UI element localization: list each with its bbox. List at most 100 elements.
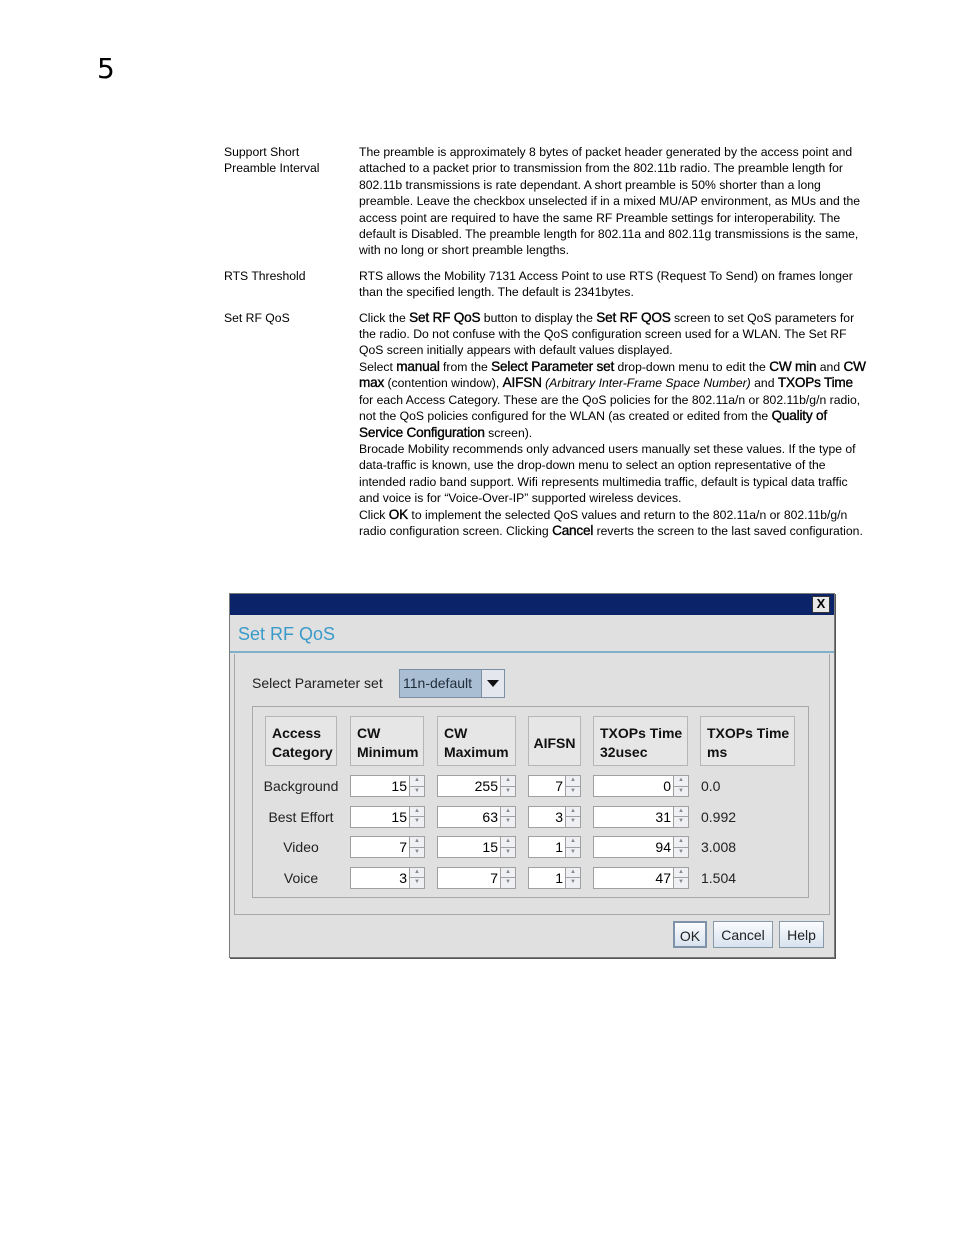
txop-32usec-spinner[interactable]: 31 ▲ ▼ [593,805,689,828]
aifsn-spinner[interactable]: 1 ▲ ▼ [528,836,581,858]
spinner-input[interactable]: 7 [350,836,409,858]
txop-ms-value: 3.008 [701,839,737,855]
dialog-titlebar[interactable]: X [230,594,834,615]
term-line: Preamble Interval [224,161,320,176]
text-run: reverts the screen to the last saved con… [593,523,863,538]
spinner-buttons: ▲ ▼ [409,836,425,858]
spin-up-icon[interactable]: ▲ [566,867,580,878]
spin-down-icon[interactable]: ▼ [410,878,424,888]
spin-down-icon[interactable]: ▼ [566,786,580,796]
help-button[interactable]: Help [779,921,824,948]
definition-table: Support Short Preamble Interval The preamb… [224,144,866,548]
cw-max-spinner[interactable]: 15 ▲ ▼ [437,836,516,858]
aifsn-spinner[interactable]: 1 ▲ ▼ [528,866,581,889]
header-txops-ms: TXOPs Time ms [700,716,795,766]
qos-grid: Access Category CW Minimum CW Maximum AIFSN TXO… [252,706,809,898]
ok-button[interactable]: OK [673,921,707,948]
spin-up-icon[interactable]: ▲ [566,806,580,817]
spin-up-icon[interactable]: ▲ [410,806,424,817]
spin-down-icon[interactable]: ▼ [566,878,580,888]
spinner-input[interactable]: 15 [350,805,409,828]
spinner-input[interactable]: 15 [350,775,409,797]
spin-down-icon[interactable]: ▼ [674,878,688,888]
spin-down-icon[interactable]: ▼ [674,786,688,796]
definition-description: RTS allows the Mobility 7131 Access Poin… [359,268,866,301]
spinner-input[interactable]: 3 [528,805,565,828]
spinner-input[interactable]: 1 [528,836,565,858]
spinner-buttons: ▲ ▼ [565,836,581,858]
param-set-dropdown[interactable]: 11n-default [399,669,505,698]
spin-up-icon[interactable]: ▲ [501,806,515,817]
spin-down-icon[interactable]: ▼ [566,817,580,827]
spin-down-icon[interactable]: ▼ [410,786,424,796]
close-button[interactable]: X [812,596,830,613]
cw-max-spinner[interactable]: 255 ▲ ▼ [437,775,516,797]
cw-min-spinner[interactable]: 15 ▲ ▼ [350,805,425,828]
spin-up-icon[interactable]: ▲ [674,806,688,817]
spinner-input[interactable]: 0 [593,775,673,797]
spinner-buttons: ▲ ▼ [500,866,516,889]
spin-down-icon[interactable]: ▼ [501,817,515,827]
text-run: Brocade Mobility recommends only advance… [359,441,856,506]
txop-ms-value: 0.0 [701,778,721,794]
description-paragraph: The preamble is approximately 8 bytes of… [359,144,866,259]
cancel-button[interactable]: Cancel [713,921,773,948]
dialog-title: Set RF QoS [238,624,336,644]
spin-up-icon[interactable]: ▲ [566,776,580,787]
dialog-heading: Set RF QoS [230,615,834,653]
spin-down-icon[interactable]: ▼ [410,817,424,827]
cw-max-spinner[interactable]: 63 ▲ ▼ [437,805,516,828]
txop-32usec-spinner[interactable]: 94 ▲ ▼ [593,836,689,858]
ui-term: AIFSN [502,375,542,391]
spin-up-icon[interactable]: ▲ [501,776,515,787]
spin-down-icon[interactable]: ▼ [501,847,515,857]
definition-term: Set RF QoS [224,310,359,540]
spin-down-icon[interactable]: ▼ [410,847,424,857]
spinner-input[interactable]: 47 [593,866,673,889]
spin-down-icon[interactable]: ▼ [501,878,515,888]
spin-up-icon[interactable]: ▲ [674,776,688,787]
txop-32usec-spinner[interactable]: 0 ▲ ▼ [593,775,689,797]
spin-down-icon[interactable]: ▼ [674,847,688,857]
cw-min-spinner[interactable]: 15 ▲ ▼ [350,775,425,797]
spin-up-icon[interactable]: ▲ [566,837,580,848]
chevron-down-icon[interactable] [481,670,504,697]
spinner-buttons: ▲ ▼ [673,805,689,828]
ui-term: Cancel [552,522,594,538]
spinner-input[interactable]: 63 [437,805,500,828]
definition-description: The preamble is approximately 8 bytes of… [359,144,866,259]
spin-down-icon[interactable]: ▼ [566,847,580,857]
spinner-input[interactable]: 31 [593,805,673,828]
spin-up-icon[interactable]: ▲ [410,776,424,787]
cw-min-spinner[interactable]: 7 ▲ ▼ [350,836,425,858]
aifsn-spinner[interactable]: 7 ▲ ▼ [528,775,581,797]
cw-max-spinner[interactable]: 7 ▲ ▼ [437,866,516,889]
spin-down-icon[interactable]: ▼ [674,817,688,827]
spin-up-icon[interactable]: ▲ [410,837,424,848]
spin-up-icon[interactable]: ▲ [674,837,688,848]
spinner-input[interactable]: 3 [350,866,409,889]
spin-up-icon[interactable]: ▲ [674,867,688,878]
aifsn-spinner[interactable]: 3 ▲ ▼ [528,805,581,828]
text-run: Click the [359,310,410,325]
cw-min-spinner[interactable]: 3 ▲ ▼ [350,866,425,889]
spin-up-icon[interactable]: ▲ [501,867,515,878]
spinner-input[interactable]: 1 [528,866,565,889]
param-set-value[interactable]: 11n-default [400,670,481,697]
txop-32usec-spinner[interactable]: 47 ▲ ▼ [593,866,689,889]
spinner-input[interactable]: 94 [593,836,673,858]
spinner-input[interactable]: 7 [437,866,500,889]
ui-term: CW min [769,358,817,374]
text-run: drop-down menu to edit the [614,359,770,374]
definition-row: RTS Threshold RTS allows the Mobility 713… [224,268,866,301]
description-paragraph: Click OK to implement the selected QoS v… [359,506,866,540]
row-category-label: Background [263,778,339,794]
spinner-input[interactable]: 255 [437,775,500,797]
spin-down-icon[interactable]: ▼ [501,786,515,796]
spin-up-icon[interactable]: ▲ [410,867,424,878]
header-line: Category [272,744,333,760]
spin-up-icon[interactable]: ▲ [501,837,515,848]
header-line: TXOPs Time [707,725,790,741]
spinner-input[interactable]: 15 [437,836,500,858]
spinner-input[interactable]: 7 [528,775,565,797]
